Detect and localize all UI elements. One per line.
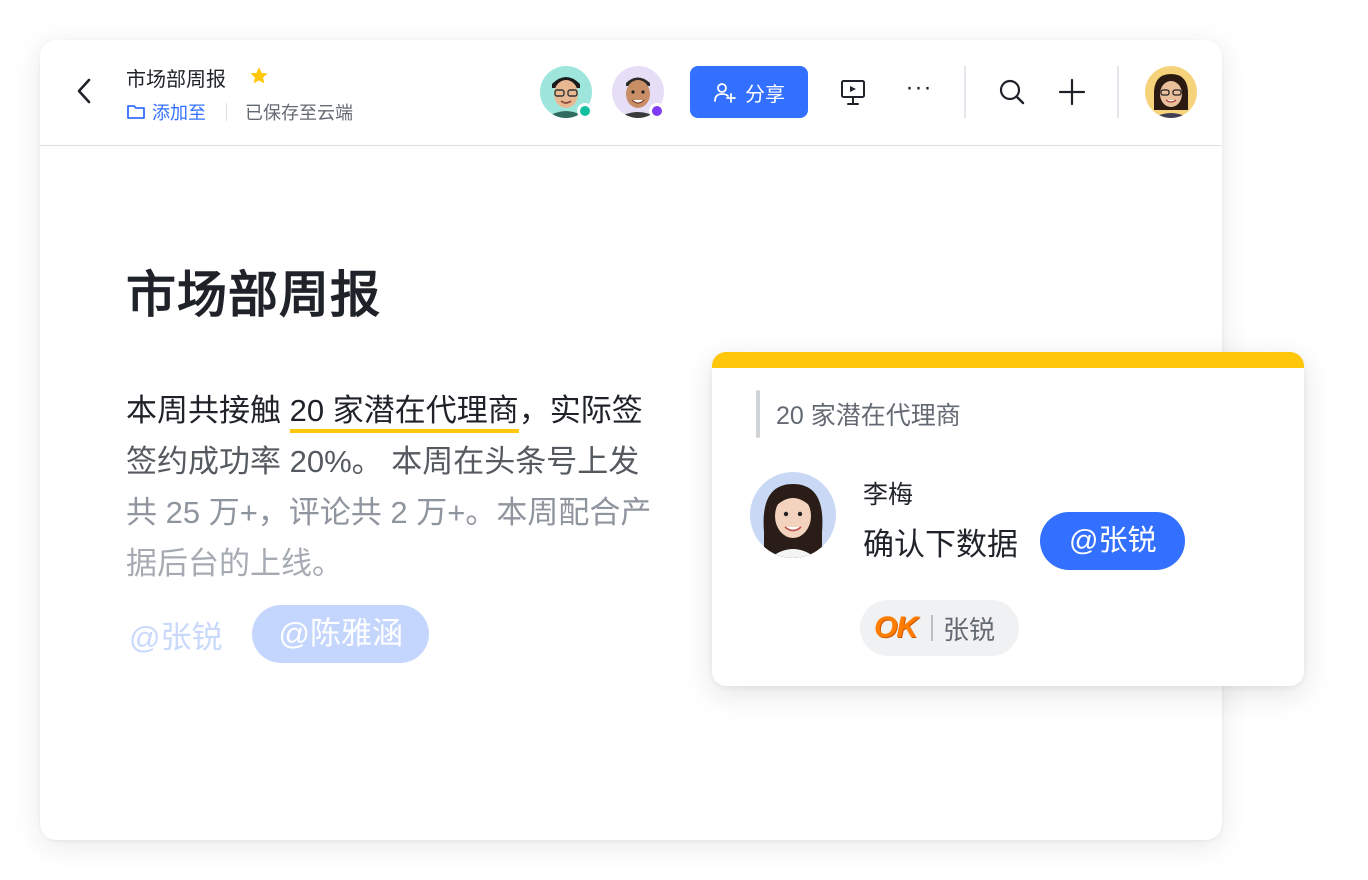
- reaction-chip[interactable]: OK 张锐: [860, 600, 1020, 656]
- comment-author-avatar[interactable]: [750, 472, 836, 558]
- presentation-icon[interactable]: [838, 77, 868, 107]
- comment-quote: 20 家潜在代理商: [756, 390, 961, 438]
- saved-status: 已保存至云端: [245, 103, 353, 123]
- toolbar-divider: [1117, 66, 1119, 118]
- document-paragraph[interactable]: 本周共接触 20 家潜在代理商，实际签 签约成功率 20%。 本周在头条号上发 …: [126, 385, 746, 589]
- share-label: 分享: [745, 83, 785, 106]
- paragraph-line: 本周共接触 20 家潜在代理商，实际签: [126, 385, 746, 436]
- presence-dot: [649, 103, 665, 119]
- mention-chenyahan[interactable]: @陈雅涵: [252, 605, 429, 663]
- folder-row: 添加至 已保存至云端: [126, 99, 353, 125]
- document-title: 市场部周报: [126, 267, 381, 323]
- share-button[interactable]: 分享: [690, 66, 808, 118]
- mention-zhangrui[interactable]: @张锐: [129, 612, 222, 657]
- folder-icon: [127, 105, 145, 119]
- add-icon[interactable]: [1057, 77, 1087, 107]
- add-to-label: 添加至: [152, 103, 206, 123]
- divider: [226, 103, 227, 121]
- user-avatar[interactable]: [1145, 66, 1197, 118]
- highlighted-text[interactable]: 20 家潜在代理商: [289, 393, 519, 433]
- collaborator-avatar-1[interactable]: [540, 66, 593, 119]
- back-arrow-icon[interactable]: [70, 76, 100, 106]
- presence-dot: [577, 103, 593, 119]
- top-bar: 市场部周报 添加至 已保存至云端 分享 ···: [40, 40, 1222, 146]
- search-icon[interactable]: [997, 77, 1027, 107]
- add-to-folder-link[interactable]: 添加至: [126, 99, 206, 125]
- ok-emoji-icon: OK: [874, 611, 918, 644]
- comment-text: 确认下数据: [863, 526, 1018, 562]
- add-user-icon: [714, 83, 736, 103]
- collaborator-avatar-2[interactable]: [612, 66, 665, 119]
- comment-mention-zhangrui[interactable]: @张锐: [1040, 512, 1186, 570]
- paragraph-line: 共 25 万+，评论共 2 万+。本周配合产: [126, 495, 652, 530]
- reaction-user: 张锐: [943, 614, 996, 645]
- comment-message: 确认下数据 @张锐: [863, 512, 1186, 570]
- comment-author-name: 李梅: [863, 481, 914, 509]
- paragraph-line: 签约成功率 20%。 本周在头条号上发: [126, 444, 640, 479]
- more-icon[interactable]: ···: [904, 76, 934, 107]
- quote-bar: [756, 390, 760, 438]
- reaction-divider: [931, 615, 933, 641]
- comment-accent-bar: [712, 352, 1304, 368]
- mention-row: @张锐 @陈雅涵: [126, 605, 429, 663]
- comment-card: 20 家潜在代理商 李梅 确认下数据 @张锐 OK 张锐: [712, 352, 1304, 686]
- doc-title: 市场部周报: [126, 69, 226, 91]
- toolbar-divider: [964, 66, 966, 118]
- quote-text: 20 家潜在代理商: [776, 402, 961, 430]
- star-icon[interactable]: [248, 65, 270, 87]
- paragraph-line: 据后台的上线。: [126, 546, 343, 581]
